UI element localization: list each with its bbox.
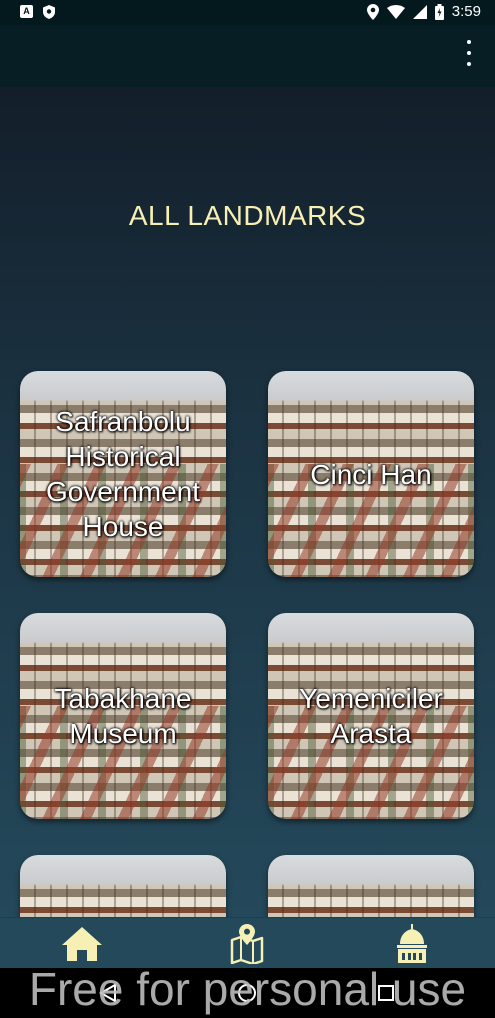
landmark-card[interactable]: Safranbolu Historical Government House — [20, 371, 226, 577]
network-icon — [412, 4, 427, 19]
nav-mosque-button[interactable] — [388, 924, 436, 964]
map-icon — [230, 924, 264, 964]
landmark-name: Cinci Han — [310, 458, 432, 490]
app-bar — [0, 25, 495, 87]
nav-home-button[interactable] — [58, 924, 106, 964]
shield-icon — [43, 5, 55, 19]
nav-map-button[interactable] — [223, 924, 271, 964]
home-icon — [62, 927, 102, 961]
landmark-card[interactable]: Yemeniciler Arasta — [268, 613, 474, 819]
wifi-icon — [386, 4, 405, 19]
landmark-card[interactable] — [20, 855, 226, 917]
main-content[interactable]: ALL LANDMARKS Safranbolu Historical Gove… — [0, 87, 495, 917]
landmark-name: Yemeniciler Arasta — [299, 683, 443, 749]
landmark-card[interactable]: Tabakhane Museum — [20, 613, 226, 819]
more-vert-icon[interactable] — [459, 40, 479, 66]
status-bar: A 3:59 — [0, 0, 495, 25]
battery-icon — [434, 3, 444, 20]
landmark-card[interactable]: Cinci Han — [268, 371, 474, 577]
page-title: ALL LANDMARKS — [128, 200, 367, 231]
status-time: 3:59 — [451, 3, 481, 20]
landmark-name — [268, 855, 474, 917]
mosque-icon — [397, 924, 427, 963]
watermark-text: Free for personal use — [28, 963, 467, 1015]
app-a-icon: A — [20, 5, 33, 18]
landmark-name: Tabakhane Museum — [54, 683, 192, 749]
location-icon — [366, 3, 379, 20]
landmark-name: Safranbolu Historical Government House — [45, 406, 201, 542]
landmark-card[interactable] — [268, 855, 474, 917]
landmark-name — [20, 855, 226, 917]
